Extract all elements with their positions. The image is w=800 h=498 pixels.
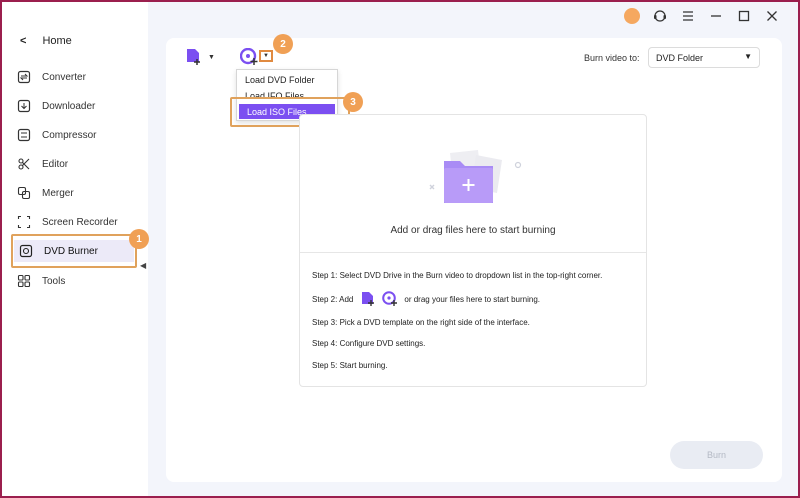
chevron-left-icon: < (20, 35, 27, 47)
home-label: Home (42, 35, 72, 47)
home-link[interactable]: < Home (20, 35, 72, 47)
sidebar-item-compressor[interactable]: Compressor (16, 124, 141, 146)
compressor-icon (16, 127, 32, 143)
sidebar-collapse-icon[interactable]: ◀ (140, 261, 146, 270)
step-3: Step 3: Pick a DVD template on the right… (312, 318, 530, 327)
drop-zone-prompt: Add or drag files here to start burning (390, 225, 556, 236)
window-controls (624, 8, 780, 24)
add-file-icon (187, 49, 200, 65)
burn-to-value: DVD Folder (656, 52, 704, 63)
sidebar-item-merger[interactable]: Merger (16, 182, 141, 204)
sidebar-item-downloader[interactable]: Downloader (16, 95, 141, 117)
sidebar-item-screen-recorder[interactable]: Screen Recorder (16, 211, 141, 233)
sidebar-item-label: Editor (42, 158, 69, 170)
step-2-suffix: or drag your files here to start burning… (404, 294, 540, 304)
burn-to-select[interactable]: DVD Folder ▼ (648, 47, 760, 68)
sidebar-item-editor[interactable]: Editor (16, 153, 141, 175)
sidebar-item-label: Converter (42, 71, 86, 83)
load-dvd-button[interactable] (239, 47, 260, 71)
chevron-down-icon: ▼ (744, 52, 752, 61)
annotation-badge-3: 3 (343, 92, 363, 112)
avatar[interactable] (624, 8, 640, 24)
divider (300, 252, 646, 253)
annotation-highlight-dvd-burner (11, 234, 137, 268)
tools-icon (16, 273, 32, 289)
add-disc-icon[interactable] (382, 291, 399, 307)
chevron-down-icon: ▼ (263, 53, 269, 59)
menu-icon[interactable] (680, 8, 696, 24)
menu-item-load-dvd-folder[interactable]: Load DVD Folder (237, 72, 337, 87)
burn-to-label: Burn video to: (584, 53, 640, 63)
step-2-prefix: Step 2: Add (312, 294, 354, 304)
burn-button[interactable]: Burn (670, 441, 763, 469)
sidebar-item-converter[interactable]: Converter (16, 66, 141, 88)
converter-icon (16, 69, 32, 85)
load-dropdown-toggle[interactable]: ▼ (259, 50, 273, 62)
sidebar-item-label: Compressor (42, 129, 97, 141)
step-4: Step 4: Configure DVD settings. (312, 339, 426, 348)
sidebar-item-label: Merger (42, 187, 74, 199)
downloader-icon (16, 98, 32, 114)
sidebar-item-label: Screen Recorder (42, 216, 118, 228)
sidebar-item-label: Tools (42, 275, 66, 287)
annotation-badge-1: 1 (129, 229, 149, 249)
folder-add-icon (429, 150, 522, 203)
add-file-icon[interactable] (360, 291, 376, 307)
minimize-icon[interactable] (708, 8, 724, 24)
chevron-down-icon[interactable]: ▼ (208, 54, 215, 61)
sidebar-item-label: Downloader (42, 100, 96, 112)
step-2: Step 2: Add or drag your files here to s… (312, 291, 540, 307)
sidebar-item-tools[interactable]: Tools (16, 270, 141, 292)
step-1: Step 1: Select DVD Drive in the Burn vid… (312, 271, 603, 280)
editor-icon (16, 156, 32, 172)
menu-item-label: Load DVD Folder (245, 74, 315, 85)
add-files-button[interactable]: ▼ (185, 48, 215, 66)
merger-icon (16, 185, 32, 201)
support-icon[interactable] (652, 8, 668, 24)
drop-zone[interactable]: Add or drag files here to start burning … (299, 114, 647, 387)
add-disc-icon (239, 47, 258, 65)
close-icon[interactable] (764, 8, 780, 24)
step-5: Step 5: Start burning. (312, 361, 388, 370)
annotation-badge-2: 2 (273, 34, 293, 54)
maximize-icon[interactable] (736, 8, 752, 24)
screen-recorder-icon (16, 214, 32, 230)
